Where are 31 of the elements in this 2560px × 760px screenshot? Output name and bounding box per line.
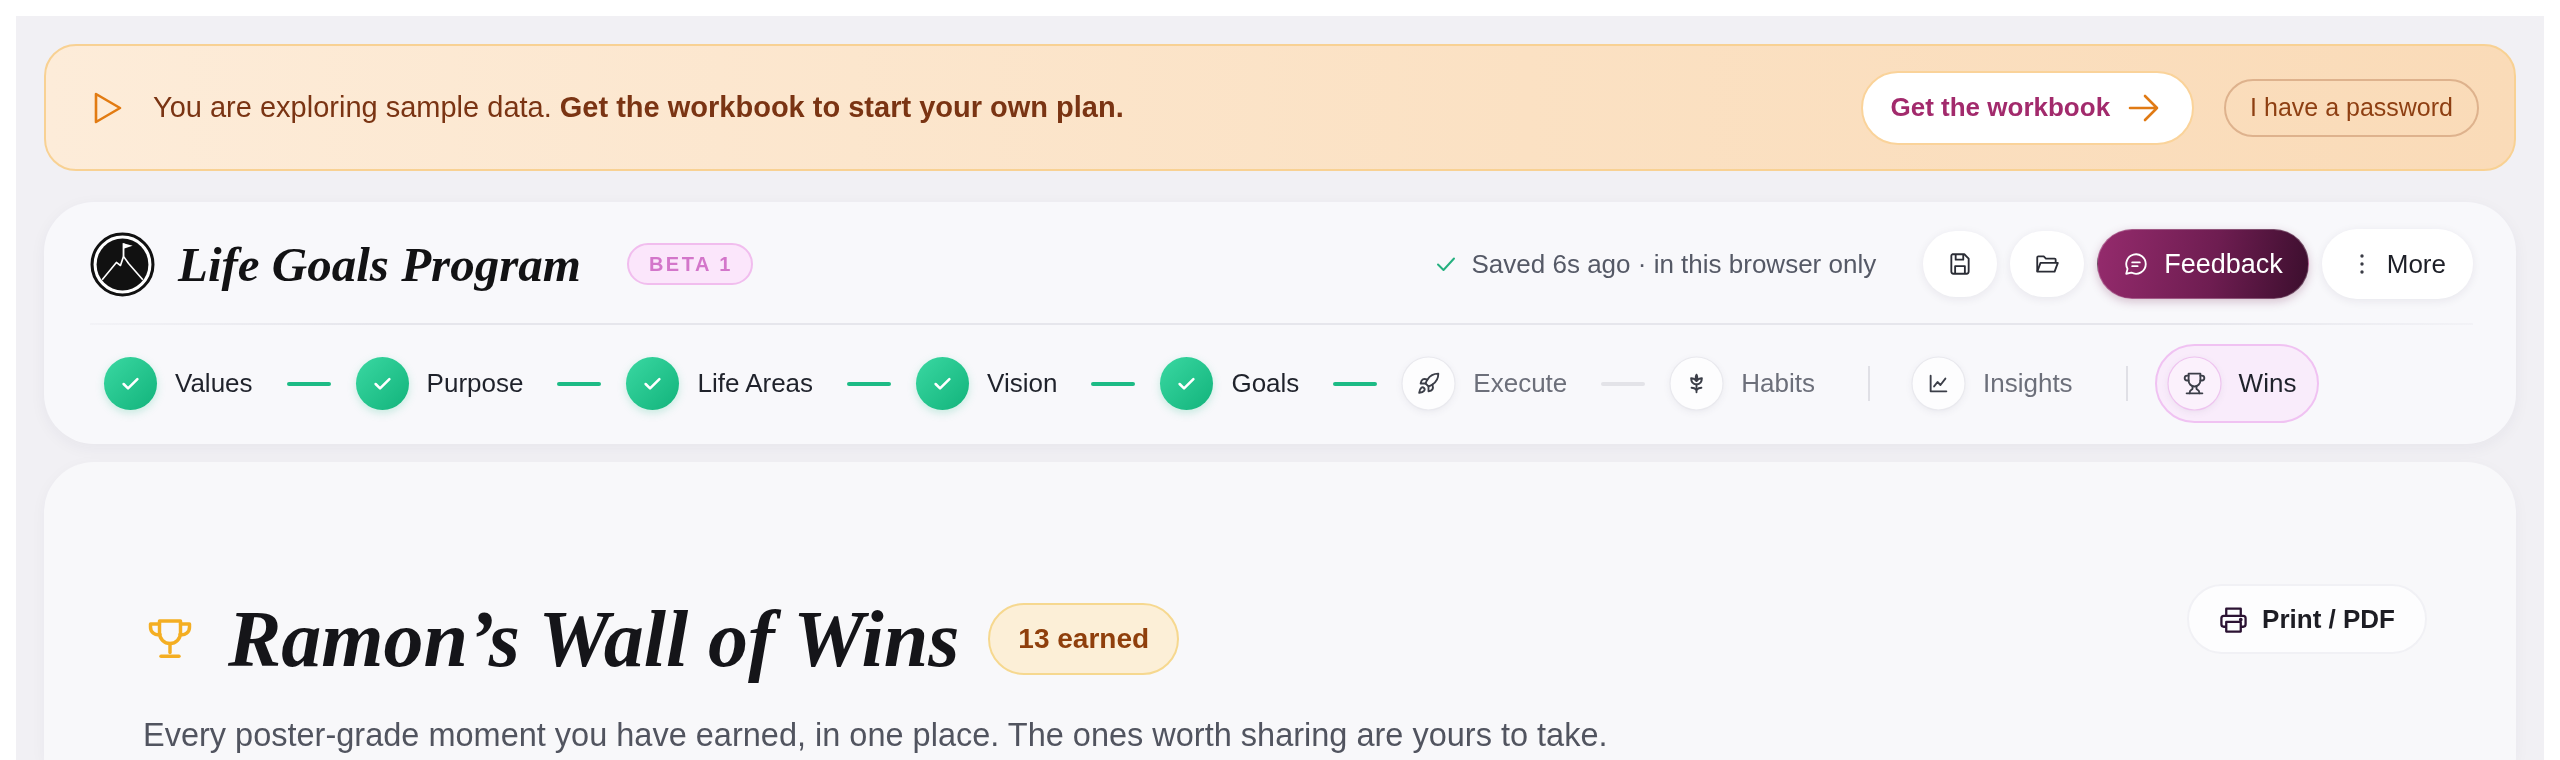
count-badge: 13 earned <box>988 603 1180 675</box>
feedback-button[interactable]: Feedback <box>2097 229 2309 299</box>
step-tab[interactable]: Wins <box>2154 344 2320 423</box>
step-connector <box>1091 381 1136 386</box>
step-connector <box>847 381 892 386</box>
print-button[interactable]: Print / PDF <box>2187 584 2427 654</box>
more-button[interactable]: More <box>2321 229 2473 299</box>
app-title: Life Goals Program <box>178 235 581 293</box>
step-tab[interactable]: Execute <box>1401 356 1568 411</box>
password-button[interactable]: I have a password <box>2224 78 2479 137</box>
step-tab[interactable]: Values <box>103 356 253 411</box>
step-connector <box>1333 381 1378 386</box>
chat-bubble-icon <box>2123 251 2150 277</box>
banner-message: You are exploring sample data. Get the workbook to start your own plan. <box>153 91 1125 124</box>
step-connector <box>286 381 331 386</box>
step-tab[interactable]: Purpose <box>354 356 524 411</box>
get-workbook-button[interactable]: Get the workbook <box>1860 70 2195 145</box>
play-icon <box>93 90 123 125</box>
save-status: Saved 6s ago · in this browser only <box>1471 248 1877 280</box>
page-subtitle: Every poster-grade moment you have earned, in one place. The ones worth sharing are yours to take. <box>143 716 1609 755</box>
step-tab[interactable]: Habits <box>1669 356 1815 411</box>
beta-badge: BETA 1 <box>626 243 753 285</box>
step-tab[interactable]: Goals <box>1159 356 1300 411</box>
step-tab[interactable]: Life Areas <box>625 356 814 411</box>
more-icon <box>2358 252 2365 276</box>
printer-icon <box>2219 604 2249 634</box>
arrow-right-icon <box>2128 93 2161 122</box>
step-tab[interactable]: Vision <box>915 356 1058 411</box>
logo-icon <box>90 231 155 297</box>
step-tab[interactable]: Insights <box>1911 356 2073 411</box>
step-connector <box>557 381 602 386</box>
